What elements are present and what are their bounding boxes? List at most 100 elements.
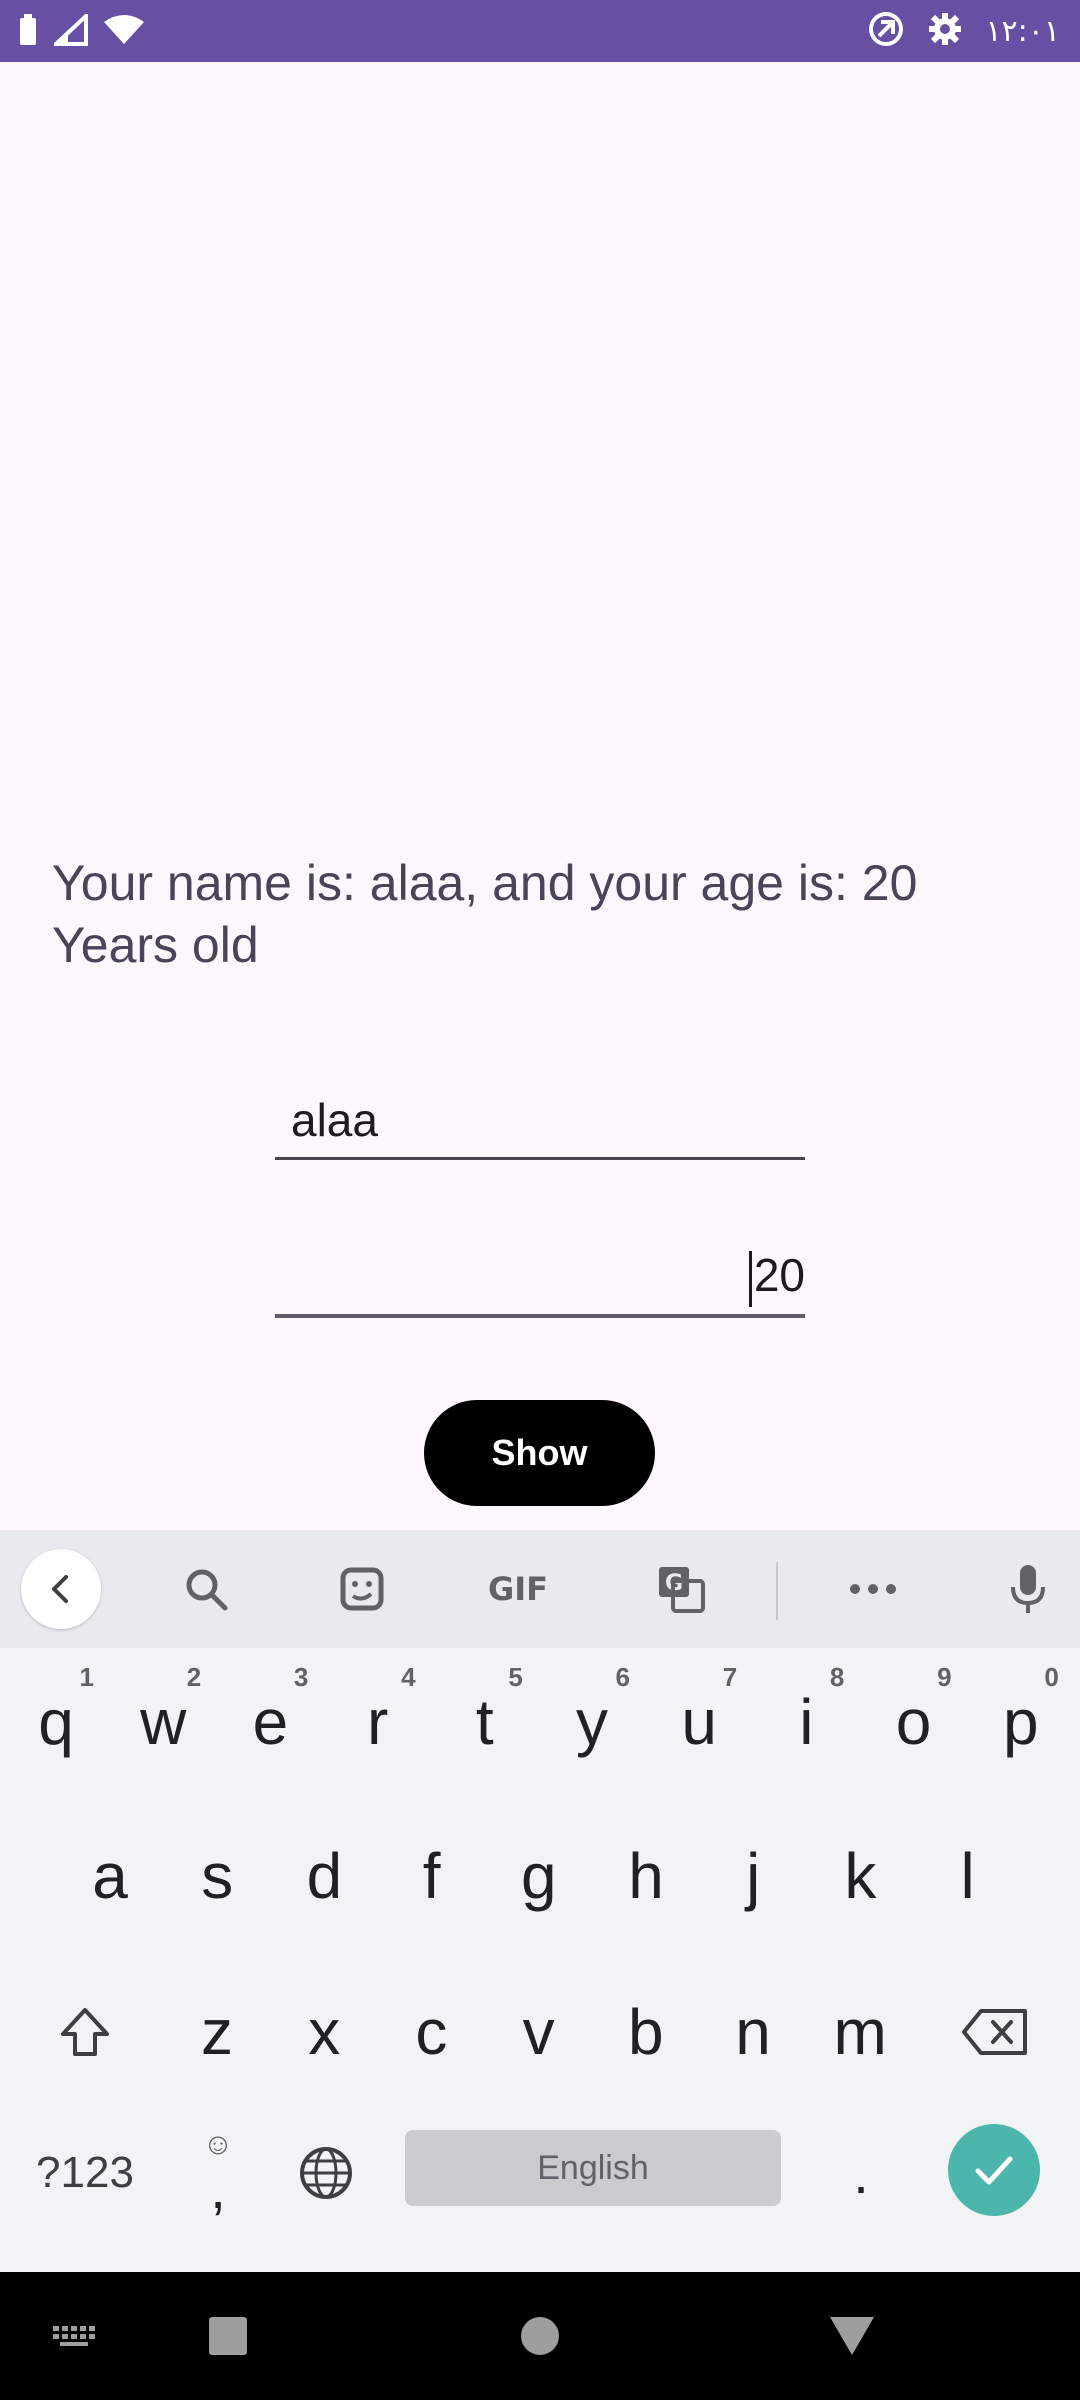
keyboard-keys: q 1 w 2 e 3 r 4 t 5 y 6 u 7 i 8 o 9 p 0 a s d f g h j k l z x c v b n m ?123… xyxy=(0,1648,1080,2272)
key-label: w xyxy=(140,1686,187,1758)
backspace-key[interactable] xyxy=(940,1964,1050,2100)
key-label: m xyxy=(833,1996,887,2068)
key-hint: 8 xyxy=(829,1662,845,1692)
key-s[interactable]: s xyxy=(165,1808,269,1944)
age-input[interactable]: 20 xyxy=(275,1232,805,1318)
key-e[interactable]: e3 xyxy=(218,1654,322,1790)
gif-icon[interactable]: GIF xyxy=(478,1559,558,1619)
key-label: h xyxy=(628,1840,664,1912)
backspace-icon xyxy=(962,2009,1027,2055)
key-j[interactable]: j xyxy=(701,1808,805,1944)
key-hint: 9 xyxy=(937,1662,952,1692)
symbols-key[interactable]: ?123 xyxy=(20,2118,150,2228)
key-g[interactable]: g xyxy=(487,1808,591,1944)
key-label: s xyxy=(201,1840,234,1912)
wifi-icon xyxy=(104,14,144,51)
key-hint: 7 xyxy=(722,1662,738,1692)
key-o[interactable]: o9 xyxy=(862,1654,966,1790)
translate-icon[interactable]: G xyxy=(651,1559,711,1619)
shift-icon xyxy=(61,2008,109,2056)
status-bar: ١٢:٠١ xyxy=(0,0,1080,62)
space-key[interactable]: English xyxy=(405,2130,781,2206)
key-n[interactable]: n xyxy=(701,1964,805,2100)
keyboard-switch-icon[interactable] xyxy=(44,2306,104,2366)
key-a[interactable]: a xyxy=(58,1808,162,1944)
show-button[interactable]: Show xyxy=(424,1400,655,1506)
key-w[interactable]: w2 xyxy=(111,1654,215,1790)
key-q[interactable]: q1 xyxy=(4,1654,108,1790)
sync-icon xyxy=(867,10,905,53)
key-b[interactable]: b xyxy=(594,1964,698,2100)
navigation-bar xyxy=(0,2272,1080,2400)
sticker-icon[interactable] xyxy=(332,1559,392,1619)
key-c[interactable]: c xyxy=(379,1964,483,2100)
key-hint: 1 xyxy=(79,1662,94,1692)
key-label: q xyxy=(38,1686,74,1758)
key-label: c xyxy=(415,1996,448,2068)
key-label: a xyxy=(92,1840,128,1912)
key-label: u xyxy=(681,1686,717,1758)
key-hint: 3 xyxy=(293,1662,309,1692)
key-label: t xyxy=(475,1686,494,1758)
key-label: b xyxy=(628,1996,664,2068)
key-label: f xyxy=(422,1840,441,1912)
keyboard: GIF G q1w2e3r4t5y6u7i8o9p0asdfghjklzxcvb… xyxy=(0,1530,1080,2272)
settings-icon xyxy=(927,11,963,52)
search-icon[interactable] xyxy=(176,1559,236,1619)
key-d[interactable]: d xyxy=(272,1808,376,1944)
key-p[interactable]: p0 xyxy=(969,1654,1073,1790)
keyboard-toolbar: GIF G xyxy=(0,1530,1080,1648)
back-icon[interactable] xyxy=(21,1549,101,1629)
shift-key[interactable] xyxy=(30,1964,140,2100)
name-input-value: alaa xyxy=(291,1094,378,1146)
key-t[interactable]: t5 xyxy=(433,1654,537,1790)
mic-icon[interactable] xyxy=(998,1559,1058,1619)
text-cursor xyxy=(748,1250,752,1307)
back-icon[interactable] xyxy=(822,2306,882,2366)
key-label: e xyxy=(252,1686,289,1758)
period-key[interactable]: . xyxy=(815,2118,907,2228)
key-label: x xyxy=(308,1996,341,2068)
key-hint: 0 xyxy=(1044,1662,1059,1692)
home-icon[interactable] xyxy=(510,2306,570,2366)
key-label: i xyxy=(799,1686,814,1758)
key-z[interactable]: z xyxy=(165,1964,269,2100)
key-m[interactable]: m xyxy=(808,1964,912,2100)
name-input[interactable]: alaa xyxy=(275,1080,805,1160)
gif-label: GIF xyxy=(487,1570,549,1608)
key-hint: 6 xyxy=(615,1662,630,1692)
result-text: Your name is: alaa, and your age is: 20 … xyxy=(52,855,918,973)
key-label: r xyxy=(366,1686,389,1758)
key-label: k xyxy=(844,1840,877,1912)
key-u[interactable]: u7 xyxy=(647,1654,751,1790)
key-label: p xyxy=(1003,1686,1039,1758)
recents-icon[interactable] xyxy=(198,2306,258,2366)
key-i[interactable]: i8 xyxy=(754,1654,858,1790)
key-f[interactable]: f xyxy=(380,1808,484,1944)
language-key[interactable] xyxy=(280,2118,372,2228)
check-icon xyxy=(975,2156,1013,2185)
key-k[interactable]: k xyxy=(808,1808,912,1944)
globe-icon xyxy=(300,2147,352,2199)
signal-icon xyxy=(50,11,88,51)
more-icon[interactable] xyxy=(843,1559,903,1619)
key-label: j xyxy=(746,1840,761,1912)
age-input-value: 20 xyxy=(753,1249,805,1301)
key-label: o xyxy=(895,1686,932,1758)
status-time: ١٢:٠١ xyxy=(985,14,1060,49)
key-x[interactable]: x xyxy=(272,1964,376,2100)
battery-icon xyxy=(18,14,38,51)
key-label: d xyxy=(306,1840,343,1912)
key-r[interactable]: r4 xyxy=(326,1654,430,1790)
key-label: y xyxy=(576,1686,608,1758)
app-content: Your name is: alaa, and your age is: 20 … xyxy=(0,62,1080,1530)
toolbar-divider xyxy=(776,1562,778,1620)
key-h[interactable]: h xyxy=(594,1808,698,1944)
key-hint: 4 xyxy=(401,1662,416,1692)
key-label: z xyxy=(201,1996,233,2068)
key-y[interactable]: y6 xyxy=(540,1654,644,1790)
enter-key[interactable] xyxy=(948,2124,1040,2216)
key-v[interactable]: v xyxy=(487,1964,591,2100)
comma-key[interactable]: ☺, xyxy=(172,2118,264,2228)
key-l[interactable]: l xyxy=(916,1808,1020,1944)
